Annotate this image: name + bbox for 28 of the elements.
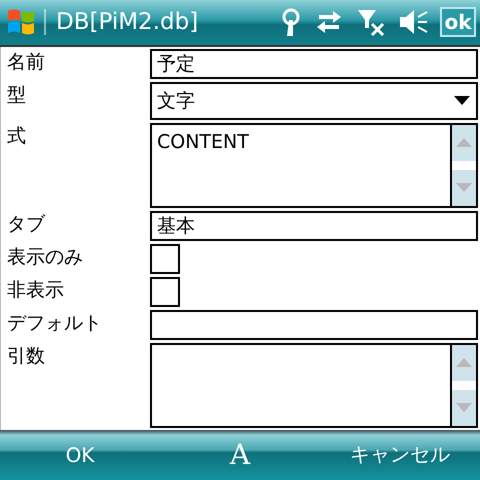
text-field[interactable] — [150, 310, 478, 340]
field-label: 表示のみ — [6, 244, 84, 270]
field-label: 式 — [6, 124, 27, 149]
up-arrow-icon — [456, 138, 472, 148]
ok-softkey[interactable]: OK — [58, 438, 102, 471]
checkbox[interactable] — [150, 276, 180, 307]
no-signal-icon[interactable] — [357, 8, 385, 36]
field-label: 引数 — [6, 344, 46, 369]
speaker-icon[interactable] — [399, 9, 429, 36]
field-label: タブ — [6, 212, 46, 237]
dropdown[interactable]: 文字 — [150, 82, 478, 120]
field-label: 型 — [6, 82, 27, 108]
windows-logo-icon[interactable] — [6, 7, 36, 38]
down-arrow-icon — [456, 183, 472, 192]
window-title: DB[PiM2.db] — [44, 9, 274, 36]
up-arrow-icon — [456, 358, 472, 368]
checkbox[interactable] — [150, 244, 180, 274]
sync-arrows-icon[interactable] — [315, 10, 343, 34]
field-label: 非表示 — [6, 278, 65, 303]
text-field[interactable]: 基本 — [150, 210, 478, 241]
down-arrow-icon — [456, 403, 472, 412]
field-label: 名前 — [6, 50, 46, 75]
dropdown-arrow-icon — [454, 96, 470, 106]
field-label: デフォルト — [6, 310, 103, 336]
input-mode-button[interactable]: A — [226, 438, 254, 472]
text-field[interactable]: 予定 — [150, 48, 478, 79]
cancel-softkey[interactable]: キャンセル — [342, 437, 458, 472]
antenna-icon[interactable] — [281, 8, 301, 36]
